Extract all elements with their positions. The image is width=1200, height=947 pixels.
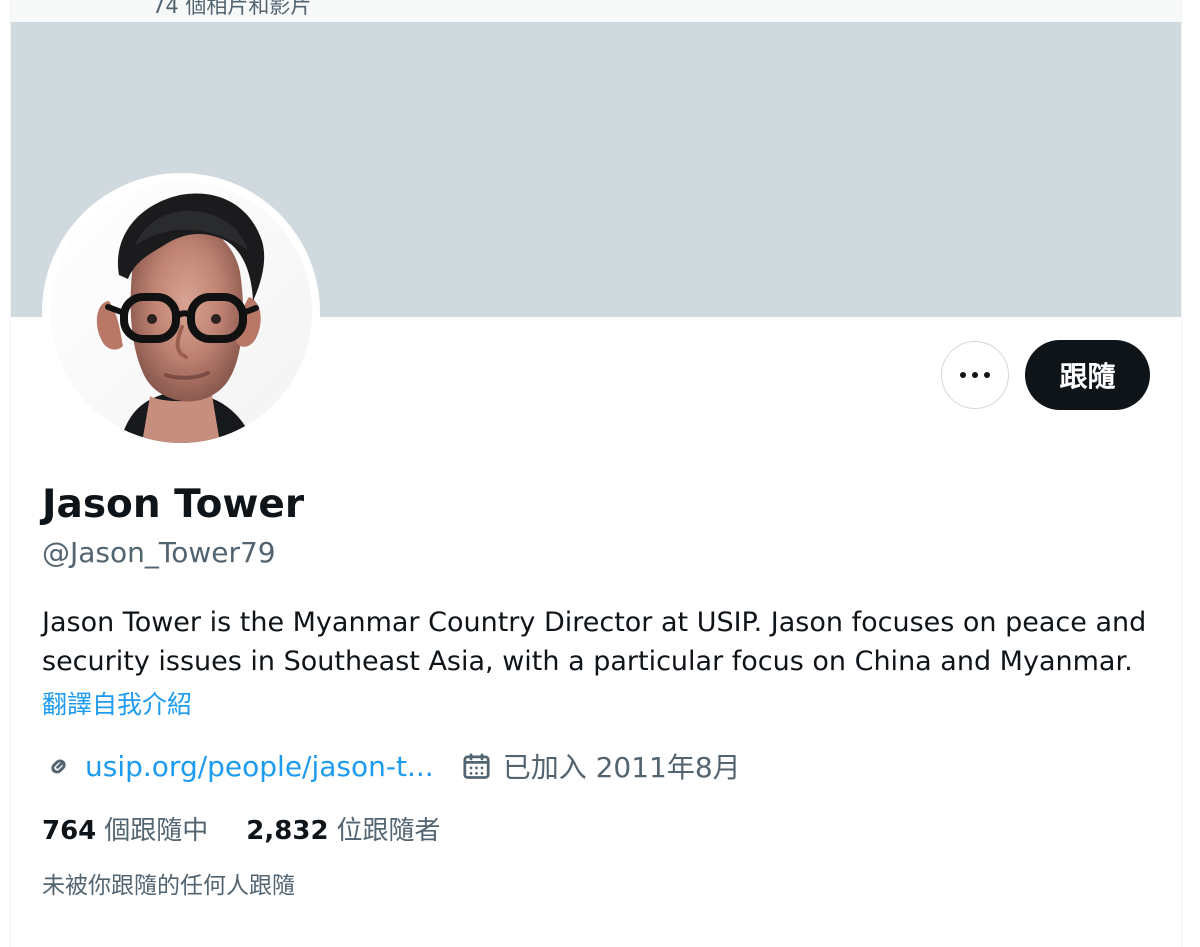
join-date-item: 已加入 2011年8月 [460,746,741,786]
profile-stats: 764 個跟隨中 2,832 位跟隨者 [42,810,441,847]
following-count-link[interactable]: 764 個跟隨中 [42,810,208,847]
avatar[interactable] [50,181,312,443]
followers-note: 未被你跟隨的任何人跟隨 [42,873,295,899]
profile-actions: 跟隨 [941,340,1150,410]
website-item[interactable]: usip.org/people/jason-t... [42,750,434,783]
profile-page: 74 個相片和影片 跟隨 Jason Tower @Jason_Tower79 … [10,0,1182,947]
translate-bio-link[interactable]: 翻譯自我介紹 [42,688,192,722]
more-options-button[interactable] [941,341,1009,409]
follow-button[interactable]: 跟隨 [1025,340,1150,410]
followers-count-link[interactable]: 2,832 位跟隨者 [246,810,440,847]
following-label: 個跟隨中 [104,816,209,846]
avatar-container[interactable] [42,173,320,451]
followers-label: 位跟隨者 [336,816,441,846]
following-count: 764 [42,816,97,846]
followers-count: 2,832 [246,816,329,846]
profile-meta-row: usip.org/people/jason-t... 已加入 2011年8月 [42,746,741,786]
profile-handle: @Jason_Tower79 [42,536,276,569]
link-icon [42,750,75,783]
media-count-text: 74 個相片和影片 [152,0,312,18]
profile-bio: Jason Tower is the Myanmar Country Direc… [42,607,1147,677]
profile-name: Jason Tower [42,482,305,527]
website-link[interactable]: usip.org/people/jason-t... [85,750,434,783]
join-date-text: 已加入 2011年8月 [502,751,741,784]
top-strip: 74 個相片和影片 [11,0,1181,22]
calendar-icon [460,750,493,783]
more-icon [960,372,990,378]
